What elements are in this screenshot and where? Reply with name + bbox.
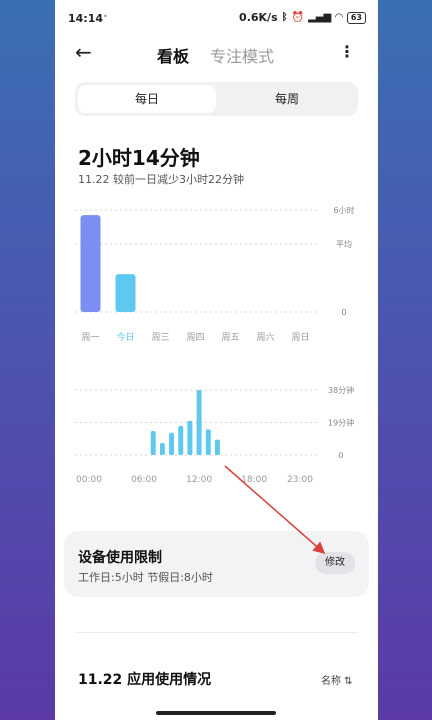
home-indicator [156,711,276,715]
x-tick-label: 12:00 [186,475,212,485]
bar [80,215,101,312]
limit-subtitle: 工作日:5小时 节假日:8小时 [78,571,213,584]
period-switch: 每日 每周 [75,82,358,116]
bar [187,420,193,455]
status-bar: 14:14 • 0.6K/s ᛒ ⏰ ▂▄▆ ◠ 63 [55,0,378,36]
x-tick-label: 00:00 [76,475,102,485]
section-divider [75,632,358,633]
tab-focus-mode[interactable]: 专注模式 [210,43,274,67]
device-limit-card: 设备使用限制 工作日:5小时 节假日:8小时 修改 [64,531,369,597]
notification-dot: • [103,12,108,21]
y-tick-label: 0 [341,308,346,317]
bar [214,439,220,455]
x-tick-label: 06:00 [131,475,157,485]
x-tick-label: 周三 [151,332,169,343]
y-tick-label: 6小时 [333,205,354,215]
x-tick-label: 周四 [186,332,204,343]
phone-screen: 14:14 • 0.6K/s ᛒ ⏰ ▂▄▆ ◠ 63 ← 看板 专注模式 ⋮ … [55,0,378,720]
total-usage-time: 2小时14分钟 [78,146,200,170]
x-tick-label: 周一 [81,332,99,343]
more-options-icon[interactable]: ⋮ [339,42,355,61]
bar [159,443,165,455]
signal-icon: ▂▄▆ [308,12,332,23]
app-header: ← 看板 专注模式 ⋮ [55,36,378,72]
tab-dashboard[interactable]: 看板 [157,43,189,67]
hourly-usage-chart: 38分钟 19分钟 0 00:00 06:00 12:00 18:00 23:00 [75,385,354,485]
y-tick-label: 19分钟 [328,418,354,428]
y-tick-label: 0 [338,451,343,460]
x-tick-label: 周五 [221,332,239,343]
sort-by-name-button[interactable]: 名称 ⇅ [321,672,353,687]
status-icons: 0.6K/s ᛒ ⏰ ▂▄▆ ◠ 63 [239,11,366,24]
bar [178,425,184,455]
bar [169,432,175,455]
x-tick-label: 23:00 [287,475,313,485]
bar [205,429,211,455]
weekly-usage-chart: 6小时平均 0 周一 今日 周三 周四 周五 周六 周日 [75,205,355,343]
y-tick-label: 38分钟 [328,385,354,395]
battery-icon: 63 [346,11,366,24]
limit-title: 设备使用限制 [78,550,162,566]
bluetooth-icon: ᛒ [281,12,288,23]
usage-comparison: 11.22 较前一日减少3小时22分钟 [78,173,244,186]
bar [196,390,202,455]
x-tick-label: 周六 [256,331,274,343]
status-time: 14:14 [68,12,104,25]
weekly-tab[interactable]: 每周 [218,85,356,113]
daily-tab[interactable]: 每日 [78,85,216,113]
net-speed: 0.6K/s [239,11,278,24]
x-tick-label: 18:00 [241,475,267,485]
app-usage-title: 11.22 应用使用情况 [78,672,212,688]
alarm-icon: ⏰ [291,12,305,23]
bar [115,274,136,312]
wifi-icon: ◠ [335,12,343,23]
bar [150,431,156,455]
x-tick-label: 今日 [116,331,134,343]
back-button[interactable]: ← [75,40,92,64]
edit-limit-button[interactable]: 修改 [315,552,355,574]
x-tick-label: 周日 [291,332,309,343]
y-tick-label: 平均 [336,239,352,249]
